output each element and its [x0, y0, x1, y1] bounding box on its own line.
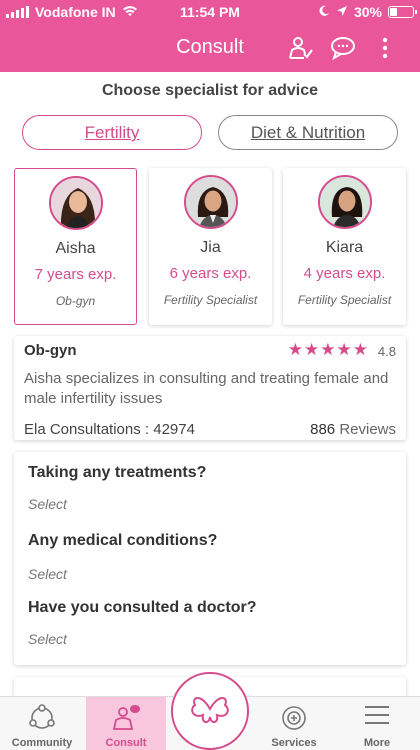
specialist-title: Fertility Specialist	[163, 293, 258, 307]
specialist-description: Aisha specializes in consulting and trea…	[24, 370, 389, 407]
star-icon: ★	[336, 340, 352, 359]
app-header: Consult	[0, 24, 420, 72]
moon-icon	[318, 4, 330, 20]
specialist-detail-card: Ob-gyn ★ ★ ★ ★ ★ 4.8 Aisha specializes i…	[14, 336, 406, 440]
menu-icon	[363, 703, 391, 732]
specialist-card-kiara[interactable]: Kiara 4 years exp. Fertility Specialist	[283, 168, 406, 325]
specialist-card-aisha[interactable]: Aisha 7 years exp. Ob-gyn	[14, 168, 137, 325]
select-treatments[interactable]: Select	[28, 496, 67, 512]
category-diet-nutrition-button[interactable]: Diet & Nutrition	[218, 115, 398, 150]
specialist-experience: 4 years exp.	[303, 265, 386, 282]
avatar	[183, 175, 238, 229]
specialist-name: Jia	[200, 239, 221, 256]
question-treatments: Taking any treatments?	[28, 464, 207, 481]
question-consulted-doctor: Have you consulted a doctor?	[28, 599, 257, 616]
specialist-title: Ob-gyn	[55, 294, 96, 308]
consultations-count: Ela Consultations : 42974	[24, 421, 195, 438]
ela-logo-icon	[187, 689, 233, 734]
overflow-menu-icon[interactable]	[371, 34, 399, 62]
specialist-name: Aisha	[55, 240, 96, 257]
chat-icon[interactable]	[329, 34, 357, 62]
nav-label: Community	[11, 737, 73, 749]
consultations-label: Ela Consultations :	[24, 421, 150, 438]
select-consulted-doctor[interactable]: Select	[28, 631, 67, 647]
avatar	[317, 175, 372, 229]
star-icon: ★	[352, 340, 368, 359]
star-icon: ★	[304, 340, 320, 359]
specialist-name: Kiara	[325, 239, 364, 256]
battery-fill	[390, 8, 398, 16]
status-bar: Vodafone IN 11:54 PM 30%	[0, 0, 420, 24]
reviews-value: 886	[310, 421, 336, 438]
nav-services[interactable]: Services	[258, 697, 330, 750]
nav-label: Services	[271, 737, 317, 749]
location-icon	[336, 4, 348, 20]
rating-value: 4.8	[377, 344, 396, 359]
rating-stars: ★ ★ ★ ★ ★	[288, 341, 368, 358]
specialist-card-jia[interactable]: Jia 6 years exp. Fertility Specialist	[149, 168, 272, 325]
status-right: 30%	[318, 4, 417, 20]
specialist-title: Fertility Specialist	[297, 293, 392, 307]
reviews-label: Reviews	[339, 421, 396, 438]
consult-icon	[111, 703, 141, 736]
consultations-value: 42974	[153, 421, 195, 438]
reviews-count[interactable]: 886 Reviews	[310, 421, 396, 438]
nav-more[interactable]: More	[340, 697, 414, 750]
star-icon: ★	[320, 340, 336, 359]
battery-icon	[388, 6, 417, 18]
questions-card: Taking any treatments? Select Any medica…	[14, 452, 406, 665]
nav-label: Consult	[105, 737, 147, 749]
battery-percent: 30%	[353, 4, 382, 20]
page-title: Consult	[176, 36, 244, 58]
services-icon	[279, 703, 309, 738]
specialist-experience: 6 years exp.	[169, 265, 252, 282]
doctor-check-icon[interactable]	[286, 34, 314, 62]
community-icon	[27, 703, 57, 738]
nav-label: More	[363, 737, 391, 749]
select-medical-conditions[interactable]: Select	[28, 566, 67, 582]
choose-title: Choose specialist for advice	[101, 82, 319, 99]
category-fertility-button[interactable]: Fertility	[22, 115, 202, 150]
avatar	[48, 176, 103, 230]
specialty-label: Ob-gyn	[24, 342, 77, 359]
star-icon: ★	[287, 340, 303, 359]
main-content: Choose specialist for advice Fertility D…	[0, 72, 420, 696]
specialist-experience: 7 years exp.	[34, 266, 117, 283]
nav-community[interactable]: Community	[0, 697, 84, 750]
question-medical-conditions: Any medical conditions?	[28, 532, 218, 549]
ela-center-button[interactable]	[171, 672, 249, 750]
nav-consult[interactable]: Consult	[86, 697, 166, 750]
